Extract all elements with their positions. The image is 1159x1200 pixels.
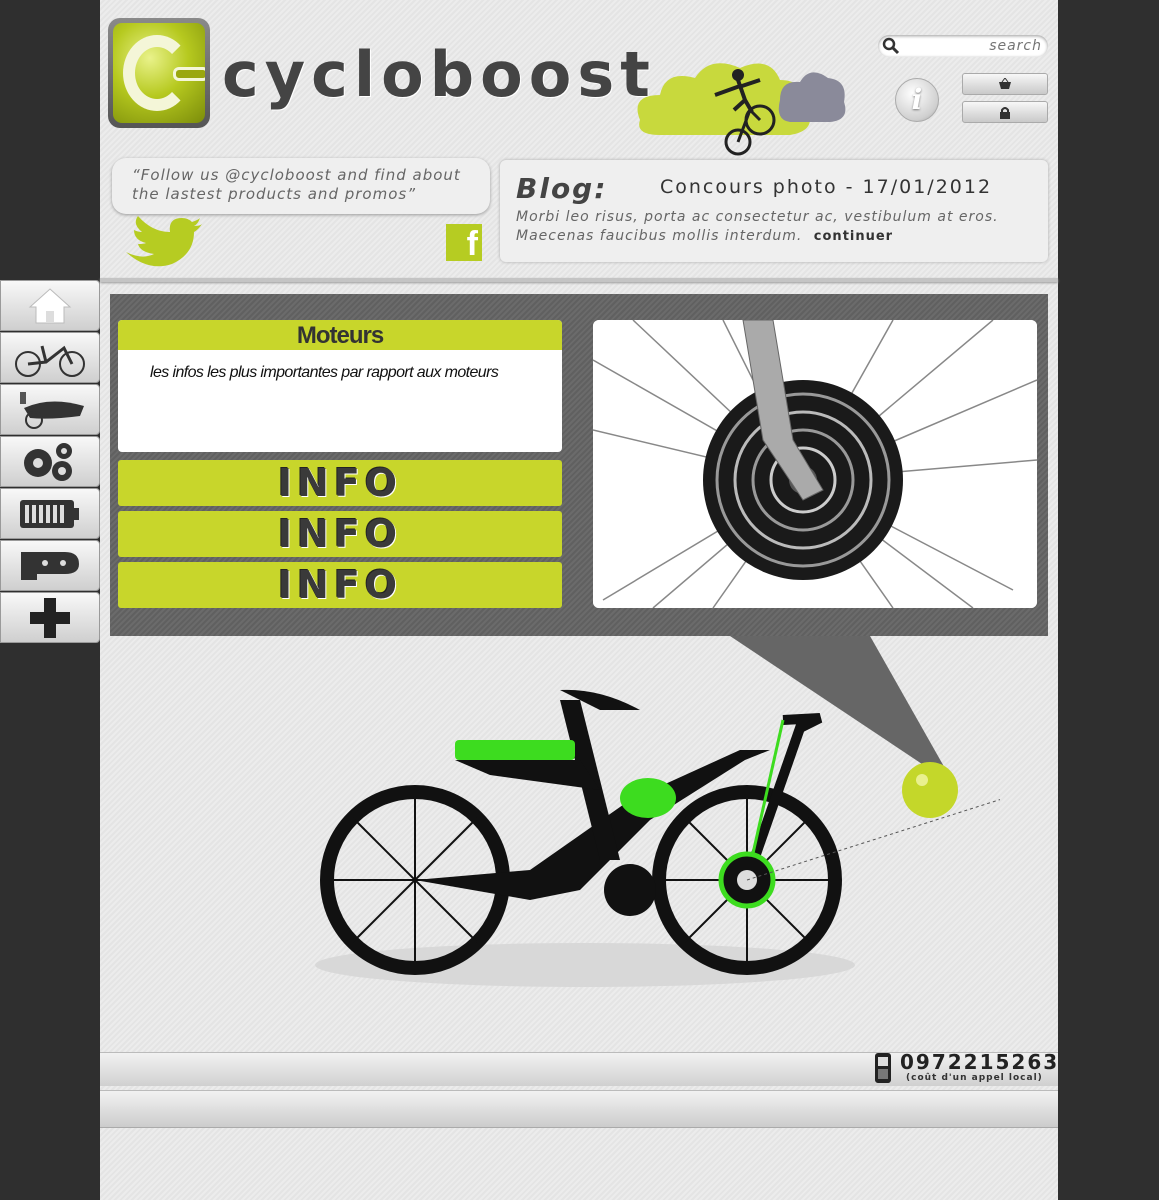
home-icon xyxy=(28,287,72,323)
facebook-icon[interactable]: f xyxy=(446,224,482,263)
card-title: Moteurs xyxy=(118,320,562,350)
blog-more-link[interactable]: continuer xyxy=(814,229,893,244)
controller-icon xyxy=(21,551,79,580)
gears-icon xyxy=(24,442,72,481)
search-box[interactable] xyxy=(878,35,1048,57)
cart-button[interactable] xyxy=(962,73,1048,95)
bicycle-icon xyxy=(15,345,85,377)
basket-icon xyxy=(999,78,1011,89)
sidebar-item-home[interactable] xyxy=(0,280,100,331)
header-divider xyxy=(100,278,1058,282)
twitter-bird-icon[interactable] xyxy=(122,214,202,270)
trailer-icon xyxy=(20,391,84,429)
sidebar-nav xyxy=(0,280,100,644)
info-button[interactable]: i xyxy=(895,78,939,122)
info-card: Moteurs les infos les plus importantes p… xyxy=(118,320,562,452)
page: cycloboost i “Follow us @cycloboost and … xyxy=(100,0,1058,1200)
sidebar-item-bikes[interactable] xyxy=(0,332,100,383)
phone-icon xyxy=(875,1053,891,1083)
blog-box: Blog: Concours photo - 17/01/2012 Morbi … xyxy=(500,160,1048,262)
login-button[interactable] xyxy=(962,101,1048,123)
tweet-bubble: “Follow us @cycloboost and find about th… xyxy=(112,158,490,214)
search-input[interactable] xyxy=(904,37,1042,55)
phone-note: (coût d'un appel local) xyxy=(906,1073,1043,1083)
info-button-3[interactable]: INFO xyxy=(118,562,562,608)
feature-panel: Moteurs les infos les plus importantes p… xyxy=(110,294,1048,636)
phone-number[interactable]: 0972215263 xyxy=(900,1050,1059,1074)
search-icon[interactable] xyxy=(882,37,900,55)
cyclist-clouds-illustration xyxy=(637,63,846,156)
sidebar-item-parts[interactable] xyxy=(0,436,100,487)
footer-bar-lower xyxy=(100,1090,1058,1128)
card-text: les infos les plus importantes par rappo… xyxy=(150,364,499,381)
info-button-2[interactable]: INFO xyxy=(118,511,562,557)
blog-excerpt: Morbi leo risus, porta ac consectetur ac… xyxy=(516,208,1046,246)
sidebar-item-trailers[interactable] xyxy=(0,384,100,435)
motor-wheel-photo xyxy=(593,320,1037,608)
brand-name: cycloboost xyxy=(222,38,656,111)
blog-title[interactable]: Concours photo - 17/01/2012 xyxy=(660,176,992,198)
ebike-illustration xyxy=(315,689,1000,987)
info-button-1[interactable]: INFO xyxy=(118,460,562,506)
battery-icon xyxy=(20,499,79,528)
sidebar-item-batteries[interactable] xyxy=(0,488,100,539)
blog-excerpt-text: Morbi leo risus, porta ac consectetur ac… xyxy=(516,209,999,244)
tweet-text: “Follow us @cycloboost and find about th… xyxy=(132,166,461,203)
logo[interactable] xyxy=(108,18,210,128)
blog-label: Blog: xyxy=(516,172,608,205)
lock-icon xyxy=(1000,106,1010,119)
plus-icon xyxy=(30,597,70,638)
info-icon: i xyxy=(911,83,923,116)
logo-icon xyxy=(113,23,205,123)
sidebar-item-more[interactable] xyxy=(0,592,100,643)
sidebar-item-controllers[interactable] xyxy=(0,540,100,591)
hotspot-marker[interactable] xyxy=(900,760,960,820)
